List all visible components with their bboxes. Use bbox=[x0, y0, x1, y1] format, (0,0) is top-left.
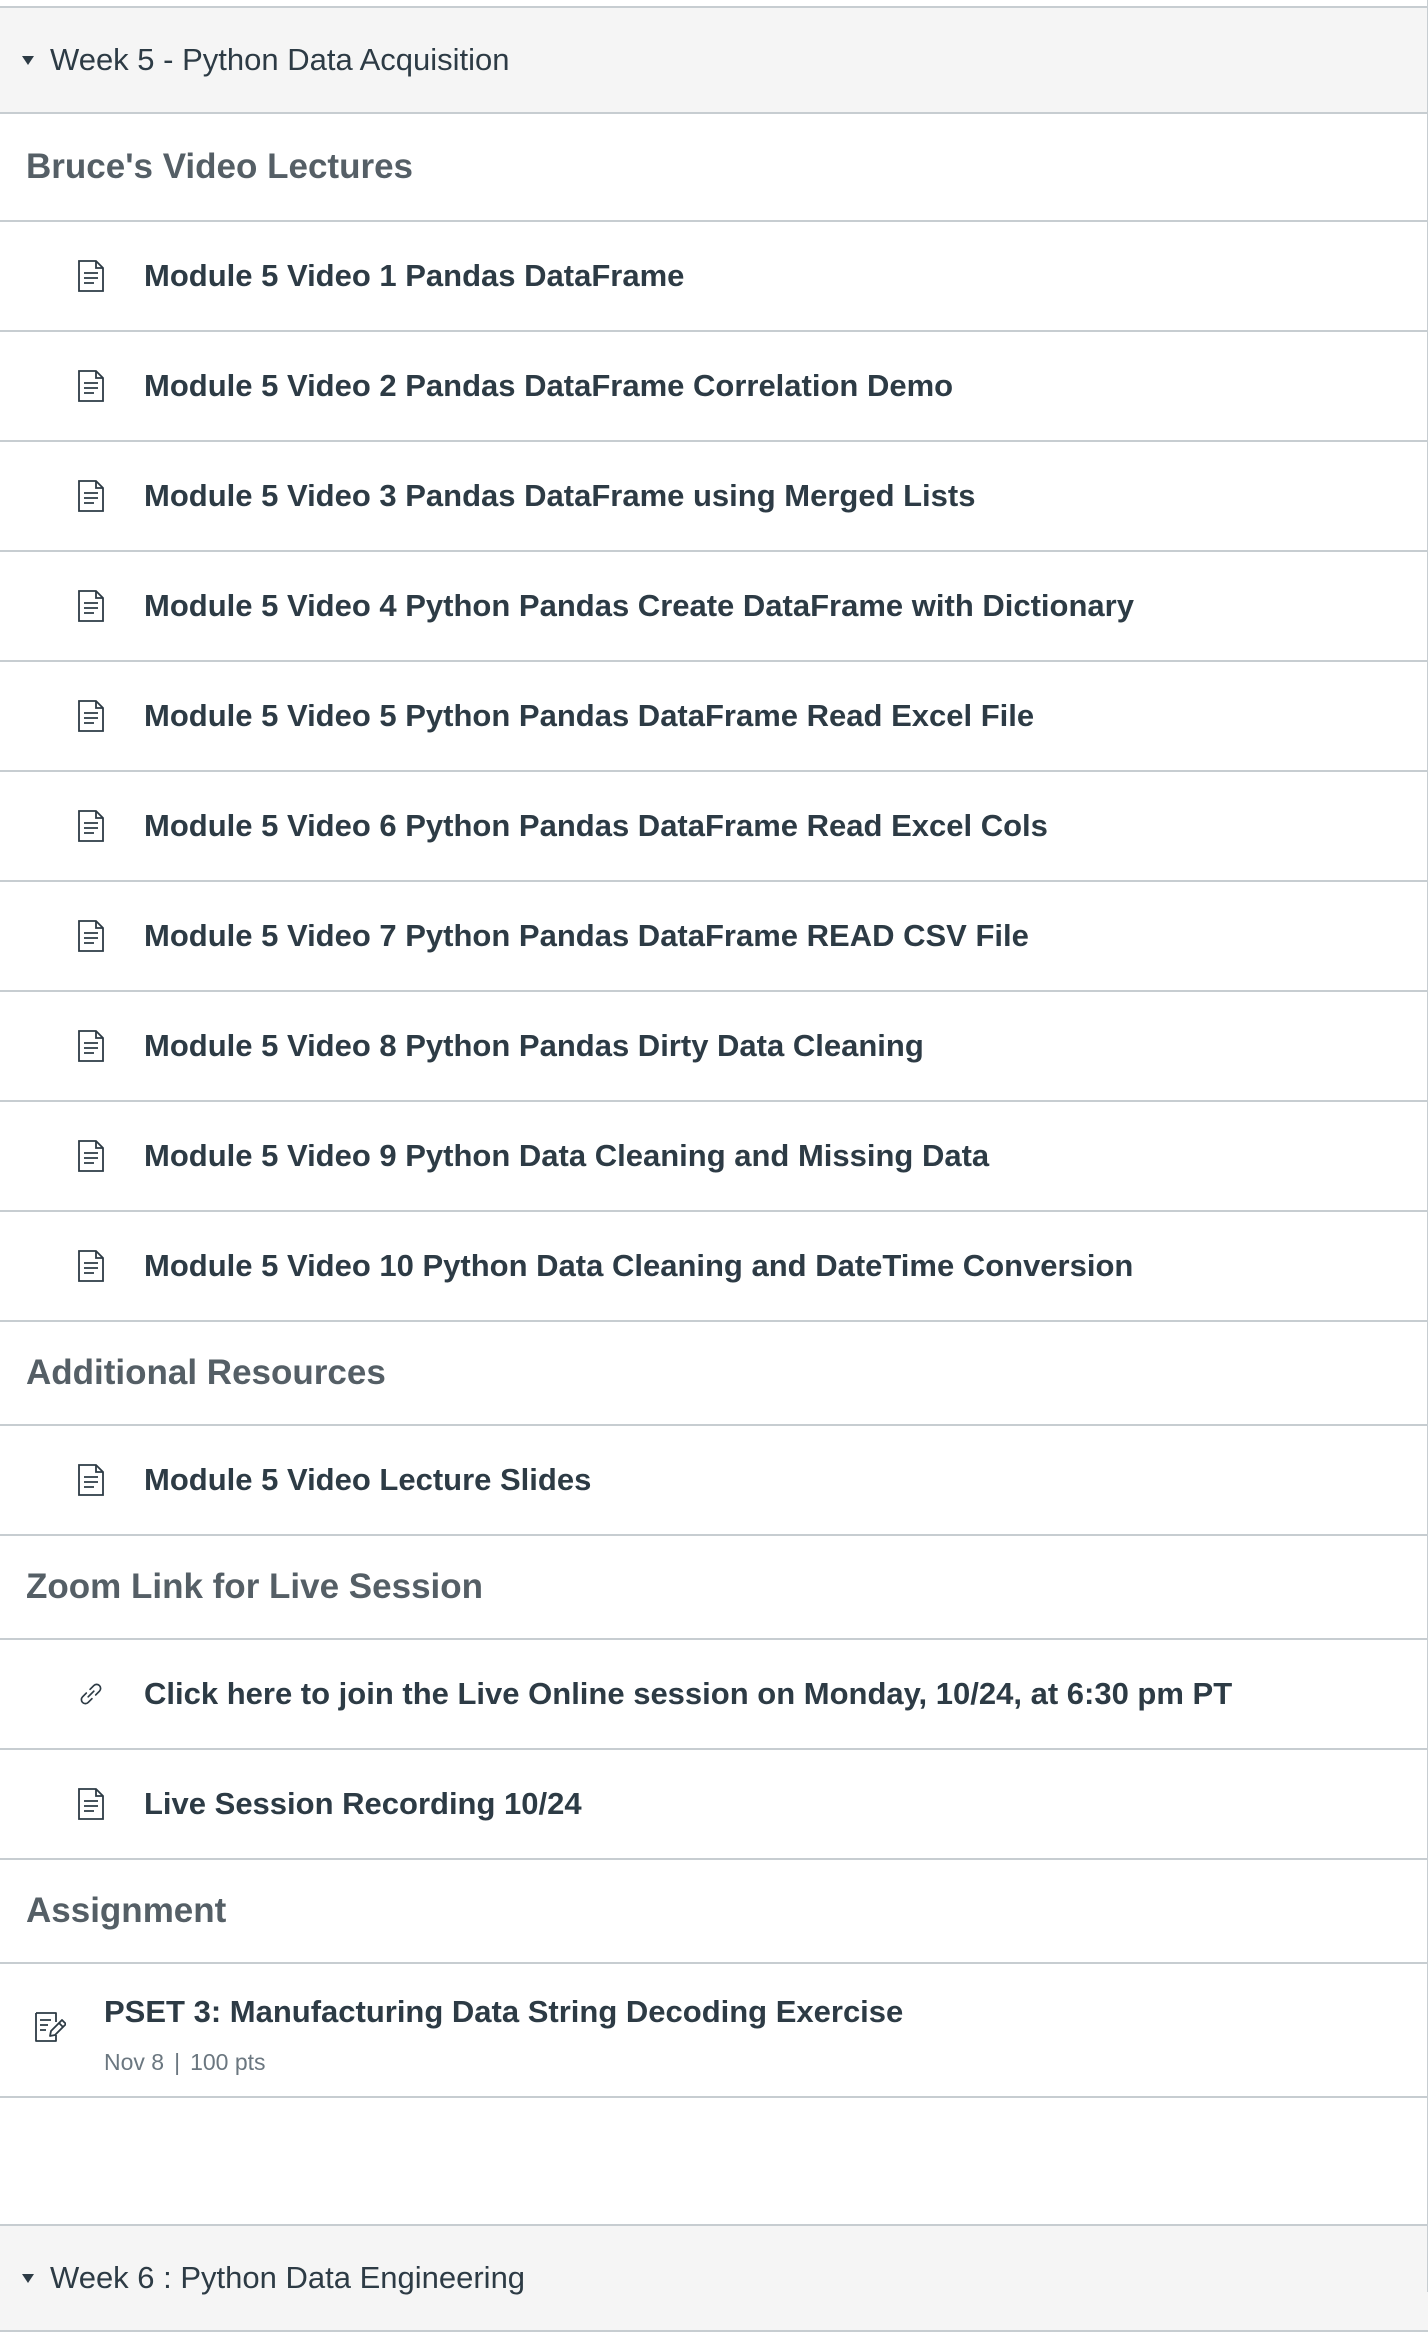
document-icon bbox=[76, 920, 106, 952]
item-link[interactable]: Live Session Recording 10/24 bbox=[144, 1786, 582, 1822]
module-item[interactable]: Module 5 Video 3 Pandas DataFrame using … bbox=[0, 442, 1428, 552]
item-link[interactable]: Module 5 Video 7 Python Pandas DataFrame… bbox=[144, 918, 1029, 954]
module-item[interactable]: Module 5 Video 5 Python Pandas DataFrame… bbox=[0, 662, 1428, 772]
link-icon bbox=[76, 1678, 106, 1710]
due-date: Nov 8 bbox=[104, 2049, 165, 2075]
module-item[interactable]: Module 5 Video 4 Python Pandas Create Da… bbox=[0, 552, 1428, 662]
module-item[interactable]: Module 5 Video 2 Pandas DataFrame Correl… bbox=[0, 332, 1428, 442]
module-title: Week 6 : Python Data Engineering bbox=[50, 2260, 526, 2295]
item-link[interactable]: Module 5 Video 2 Pandas DataFrame Correl… bbox=[144, 368, 953, 404]
document-icon bbox=[76, 370, 106, 402]
document-icon bbox=[76, 1030, 106, 1062]
document-icon bbox=[76, 480, 106, 512]
module-item[interactable]: Module 5 Video 7 Python Pandas DataFrame… bbox=[0, 882, 1428, 992]
subheader-label: Assignment bbox=[26, 1891, 227, 1930]
module-item[interactable]: Module 5 Video 9 Python Data Cleaning an… bbox=[0, 1102, 1428, 1212]
item-link[interactable]: Module 5 Video 6 Python Pandas DataFrame… bbox=[144, 808, 1048, 844]
module-item[interactable]: Module 5 Video 6 Python Pandas DataFrame… bbox=[0, 772, 1428, 882]
subheader-zoom-link: Zoom Link for Live Session bbox=[0, 1536, 1428, 1640]
assignment-title-link[interactable]: PSET 3: Manufacturing Data String Decodi… bbox=[104, 1994, 903, 2030]
caret-down-icon[interactable] bbox=[22, 2273, 34, 2283]
item-link[interactable]: Module 5 Video 5 Python Pandas DataFrame… bbox=[144, 698, 1034, 734]
item-link[interactable]: Module 5 Video 4 Python Pandas Create Da… bbox=[144, 588, 1134, 624]
document-icon bbox=[76, 810, 106, 842]
subheader-label: Bruce's Video Lectures bbox=[26, 147, 413, 186]
document-icon bbox=[76, 590, 106, 622]
module-item[interactable]: Module 5 Video 1 Pandas DataFrame bbox=[0, 222, 1428, 332]
caret-down-icon[interactable] bbox=[22, 55, 34, 65]
module-title: Week 5 - Python Data Acquisition bbox=[50, 42, 510, 77]
assignment-icon bbox=[34, 2010, 67, 2044]
module-item[interactable]: Module 5 Video Lecture Slides bbox=[0, 1426, 1428, 1536]
subheader-video-lectures: Bruce's Video Lectures bbox=[0, 114, 1428, 222]
document-icon bbox=[76, 260, 106, 292]
subheader-label: Additional Resources bbox=[26, 1353, 386, 1392]
document-icon bbox=[76, 1250, 106, 1282]
subheader-additional-resources: Additional Resources bbox=[0, 1322, 1428, 1426]
details-separator: | bbox=[174, 2049, 181, 2075]
item-link[interactable]: Module 5 Video 1 Pandas DataFrame bbox=[144, 258, 684, 294]
module-item[interactable]: Click here to join the Live Online sessi… bbox=[0, 1640, 1428, 1750]
document-icon bbox=[76, 1788, 106, 1820]
points-possible: 100 pts bbox=[190, 2049, 266, 2075]
document-icon bbox=[76, 1464, 106, 1496]
item-link[interactable]: Click here to join the Live Online sessi… bbox=[144, 1676, 1232, 1712]
item-link[interactable]: Module 5 Video Lecture Slides bbox=[144, 1462, 591, 1498]
modules-page: Week 5 - Python Data Acquisition Bruce's… bbox=[0, 0, 1428, 2332]
subheader-label: Zoom Link for Live Session bbox=[26, 1567, 484, 1606]
item-link[interactable]: Module 5 Video 9 Python Data Cleaning an… bbox=[144, 1138, 989, 1174]
document-icon bbox=[76, 700, 106, 732]
module-item[interactable]: Module 5 Video 10 Python Data Cleaning a… bbox=[0, 1212, 1428, 1322]
module-item[interactable]: Live Session Recording 10/24 bbox=[0, 1750, 1428, 1860]
document-icon bbox=[76, 1140, 106, 1172]
assignment-item[interactable]: PSET 3: Manufacturing Data String Decodi… bbox=[0, 1964, 1428, 2098]
module-item[interactable]: Module 5 Video 8 Python Pandas Dirty Dat… bbox=[0, 992, 1428, 1102]
assignment-details: Nov 8 | 100 pts bbox=[104, 2049, 266, 2076]
module-header-week-5[interactable]: Week 5 - Python Data Acquisition bbox=[0, 6, 1428, 114]
module-header-week-6[interactable]: Week 6 : Python Data Engineering bbox=[0, 2224, 1428, 2332]
item-link[interactable]: Module 5 Video 3 Pandas DataFrame using … bbox=[144, 478, 975, 514]
item-link[interactable]: Module 5 Video 8 Python Pandas Dirty Dat… bbox=[144, 1028, 924, 1064]
item-link[interactable]: Module 5 Video 10 Python Data Cleaning a… bbox=[144, 1248, 1133, 1284]
subheader-assignment: Assignment bbox=[0, 1860, 1428, 1964]
